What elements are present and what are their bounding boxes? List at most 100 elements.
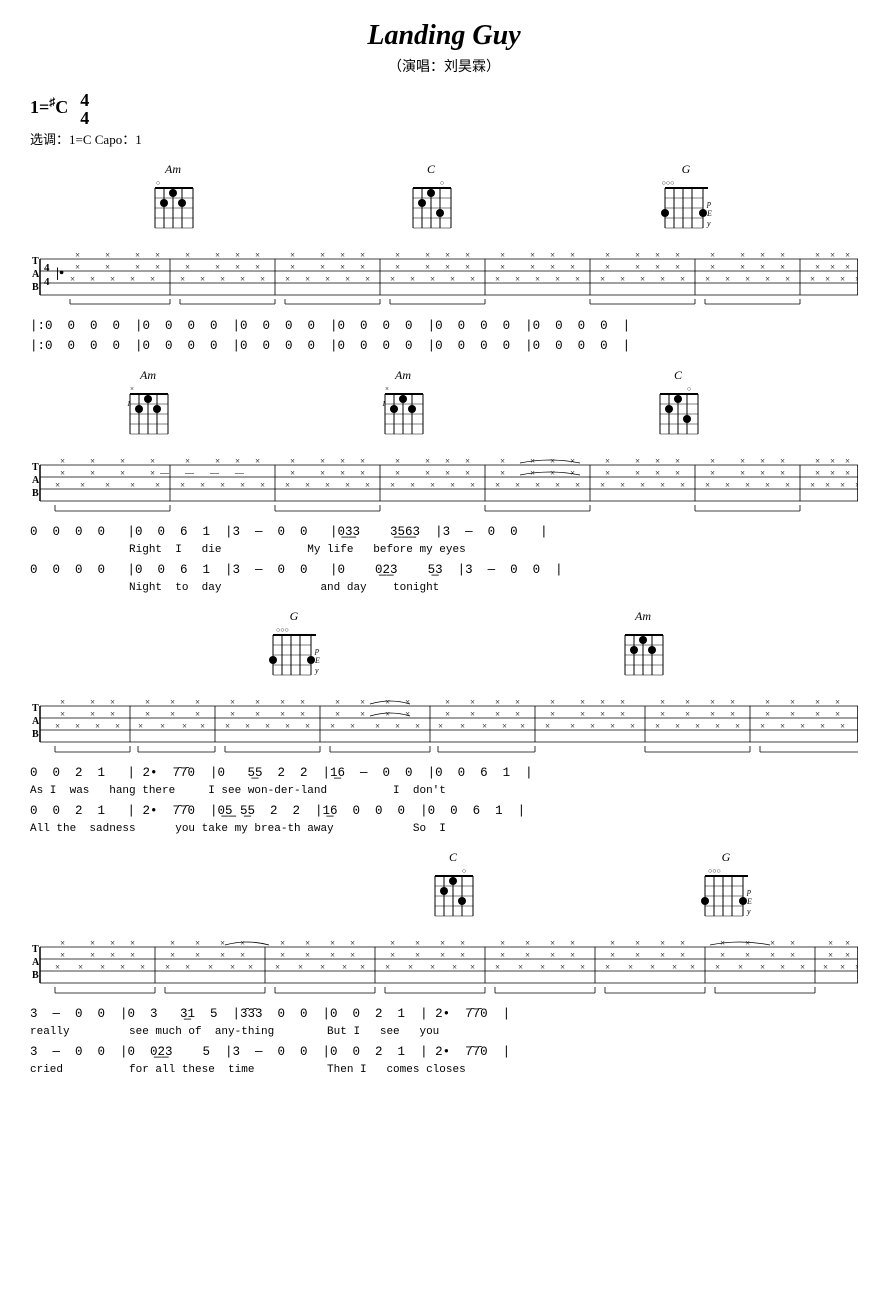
- svg-text:×: ×: [495, 274, 500, 284]
- svg-text:×: ×: [415, 938, 420, 948]
- svg-text:×: ×: [235, 262, 240, 272]
- svg-text:×: ×: [235, 456, 240, 466]
- svg-text:×: ×: [248, 962, 253, 972]
- svg-text:×: ×: [660, 697, 665, 707]
- chord-diag-c3: ○ p F l: [430, 866, 476, 918]
- svg-text:×: ×: [230, 697, 235, 707]
- svg-text:×: ×: [430, 962, 435, 972]
- chord-c-1: C ○ p F: [408, 162, 454, 230]
- svg-text:T: T: [32, 256, 39, 267]
- svg-text:×: ×: [138, 721, 143, 731]
- svg-text:×: ×: [360, 456, 365, 466]
- svg-text:×: ×: [360, 250, 365, 260]
- svg-text:×: ×: [650, 962, 655, 972]
- svg-text:×: ×: [160, 721, 165, 731]
- svg-text:×: ×: [605, 468, 610, 478]
- svg-text:×: ×: [375, 721, 380, 731]
- svg-text:×: ×: [465, 468, 470, 478]
- svg-text:×: ×: [765, 697, 770, 707]
- chord-am-3: Am × 1 p: [380, 368, 426, 436]
- svg-text:×: ×: [425, 456, 430, 466]
- svg-text:×: ×: [195, 938, 200, 948]
- svg-text:×: ×: [815, 468, 820, 478]
- svg-text:×: ×: [575, 274, 580, 284]
- chord-am-4: Am p p y: [620, 609, 666, 677]
- svg-text:×: ×: [465, 250, 470, 260]
- svg-text:×: ×: [330, 950, 335, 960]
- svg-text:×: ×: [780, 721, 785, 731]
- svg-text:×: ×: [620, 709, 625, 719]
- svg-text:×: ×: [340, 456, 345, 466]
- svg-text:×: ×: [395, 262, 400, 272]
- svg-text:×: ×: [345, 480, 350, 490]
- svg-text:×: ×: [660, 938, 665, 948]
- svg-text:×: ×: [605, 262, 610, 272]
- svg-text:×: ×: [660, 480, 665, 490]
- svg-text:×: ×: [255, 709, 260, 719]
- svg-text:T: T: [32, 703, 39, 714]
- svg-text:×: ×: [525, 950, 530, 960]
- svg-text:×: ×: [255, 250, 260, 260]
- svg-text:×: ×: [500, 456, 505, 466]
- svg-text:×: ×: [90, 950, 95, 960]
- svg-text:×: ×: [200, 721, 205, 731]
- svg-text:1: 1: [127, 400, 131, 408]
- svg-text:×: ×: [200, 480, 205, 490]
- chord-diag-am2: × 1 p p y: [125, 384, 171, 436]
- svg-text:○: ○: [440, 179, 444, 187]
- svg-text:×: ×: [855, 480, 858, 490]
- svg-text:×: ×: [280, 697, 285, 707]
- svg-text:×: ×: [695, 721, 700, 731]
- svg-text:×: ×: [710, 250, 715, 260]
- chord-diag-g3: ○○○ p E y: [700, 866, 752, 918]
- svg-text:×: ×: [360, 468, 365, 478]
- svg-text:×: ×: [280, 709, 285, 719]
- svg-text:×: ×: [365, 274, 370, 284]
- svg-text:×: ×: [452, 962, 457, 972]
- svg-text:×: ×: [515, 697, 520, 707]
- svg-text:A: A: [32, 716, 40, 727]
- svg-text:×: ×: [120, 962, 125, 972]
- svg-text:×: ×: [130, 274, 135, 284]
- section-chorus2: C ○ p F: [30, 850, 858, 1079]
- svg-text:×: ×: [845, 468, 850, 478]
- svg-text:y: y: [706, 219, 711, 228]
- svg-text:×: ×: [828, 950, 833, 960]
- svg-text:×: ×: [780, 456, 785, 466]
- svg-text:×: ×: [285, 721, 290, 731]
- svg-text:×: ×: [840, 721, 845, 731]
- svg-text:×: ×: [325, 480, 330, 490]
- notation-c1-l1: 0 0 2 1 | 2• 7̄7̄0 |0 5̲5 2 2 |1̲6 — 0 0…: [30, 763, 858, 783]
- svg-text:×: ×: [320, 262, 325, 272]
- svg-text:×: ×: [520, 721, 525, 731]
- svg-text:×: ×: [440, 938, 445, 948]
- svg-text:×: ×: [60, 709, 65, 719]
- svg-text:×: ×: [305, 721, 310, 731]
- svg-text:×: ×: [385, 709, 390, 719]
- svg-text:×: ×: [680, 480, 685, 490]
- svg-text:×: ×: [300, 697, 305, 707]
- svg-text:×: ×: [760, 721, 765, 731]
- svg-text:×: ×: [823, 962, 828, 972]
- lyrics-c1-l2: All the sadness you take my brea-th away…: [30, 821, 858, 839]
- svg-text:p: p: [314, 646, 319, 655]
- svg-text:×: ×: [285, 480, 290, 490]
- svg-text:×: ×: [790, 950, 795, 960]
- svg-text:×: ×: [570, 468, 575, 478]
- notation-c2-l2: 3 — 0 0 |0 0̲2̲3 5 |3 — 0 0 |0 0 2 1 | 2…: [30, 1042, 858, 1062]
- svg-text:×: ×: [655, 250, 660, 260]
- notation-v1-l2: 0 0 0 0 |0 0 6 1 |3 — 0 0 |0 0̲2̲3 5̲3 |…: [30, 560, 858, 580]
- svg-text:×: ×: [298, 962, 303, 972]
- svg-text:×: ×: [395, 250, 400, 260]
- svg-text:p: p: [706, 199, 711, 208]
- svg-text:×: ×: [760, 250, 765, 260]
- svg-text:×: ×: [635, 950, 640, 960]
- svg-text:×: ×: [320, 962, 325, 972]
- svg-text:×: ×: [845, 262, 850, 272]
- svg-text:×: ×: [360, 697, 365, 707]
- svg-text:×: ×: [550, 709, 555, 719]
- svg-text:×: ×: [208, 962, 213, 972]
- svg-text:×: ×: [610, 938, 615, 948]
- svg-text:×: ×: [130, 938, 135, 948]
- svg-text:×: ×: [395, 721, 400, 731]
